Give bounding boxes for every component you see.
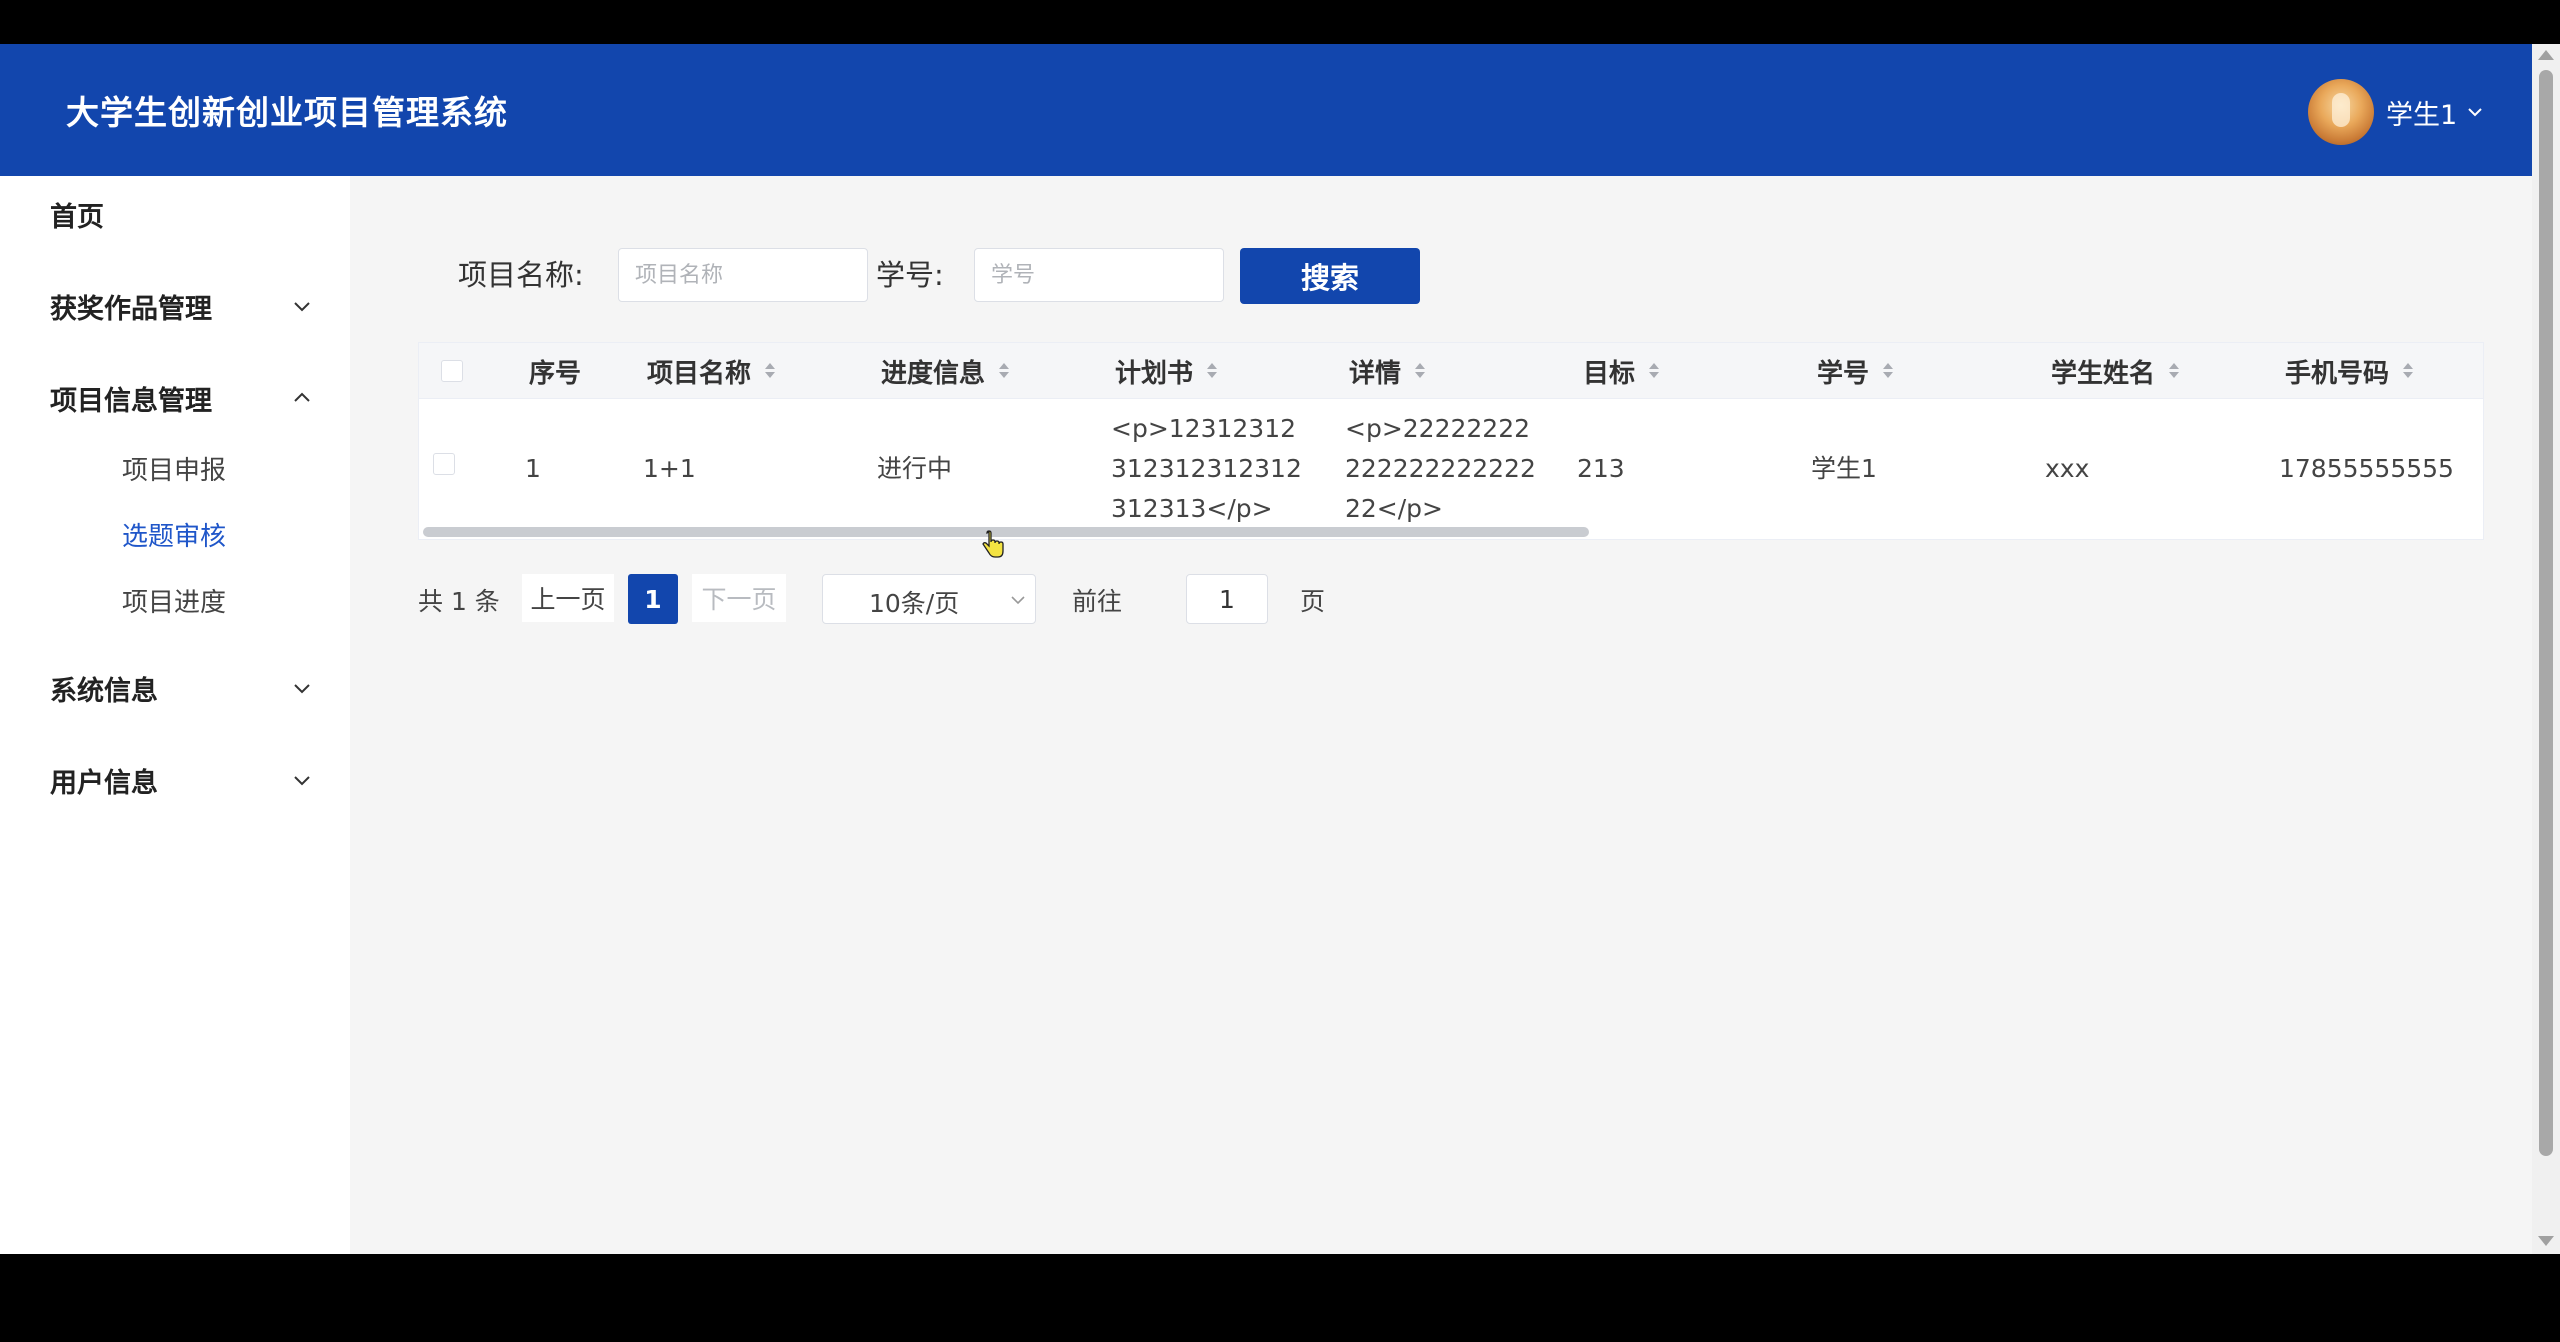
- column-header-student-name[interactable]: 学生姓名: [2051, 343, 2181, 399]
- chevron-down-icon: [1011, 596, 1025, 605]
- sidebar-item-home[interactable]: 首页: [0, 184, 350, 244]
- sidebar-subitem-label: 项目申报: [122, 455, 227, 486]
- table-header: 序号 项目名称 进度信息 计划书 详情 目标 学号 学生姓名 手机号码: [419, 343, 2483, 399]
- sidebar-item-label: 系统信息: [50, 675, 158, 707]
- sidebar-item-label: 项目信息管理: [50, 385, 212, 417]
- chevron-down-icon: [2468, 108, 2482, 117]
- page-number-button[interactable]: 1: [628, 574, 678, 624]
- chevron-down-icon: [294, 302, 310, 312]
- cell-student-name: xxx: [2045, 454, 2090, 483]
- pagination-total: 共 1 条: [418, 587, 500, 616]
- user-avatar: [2308, 79, 2374, 145]
- column-header-goal[interactable]: 目标: [1583, 343, 1661, 399]
- sidebar-item-label: 获奖作品管理: [50, 293, 212, 325]
- sort-icon[interactable]: [763, 360, 777, 382]
- sidebar-item-label: 用户信息: [50, 767, 158, 799]
- column-header-phone[interactable]: 手机号码: [2285, 343, 2415, 399]
- sidebar-item-project-apply[interactable]: 项目申报: [0, 440, 350, 496]
- cell-plan: <p>12312312312312312312312313</p>: [1111, 414, 1302, 523]
- cell-phone: 17855555555: [2279, 454, 2454, 483]
- sidebar-item-label: 首页: [50, 201, 104, 233]
- main-content: 项目名称: 学号: 搜索 序号 项目名称 进度信息 计划书 详情 目标 学号 学…: [350, 176, 2532, 1254]
- sort-icon[interactable]: [2167, 360, 2181, 382]
- data-table: 序号 项目名称 进度信息 计划书 详情 目标 学号 学生姓名 手机号码 1 1+…: [418, 342, 2484, 540]
- cell-index: 1: [525, 454, 541, 483]
- top-header: 大学生创新创业项目管理系统 学生1: [0, 44, 2532, 176]
- sidebar: 首页 获奖作品管理 项目信息管理 项目申报 选题审核 项目进度 系统信息 用户信…: [0, 176, 350, 1254]
- project-name-label: 项目名称:: [458, 258, 584, 292]
- column-header-detail[interactable]: 详情: [1349, 343, 1427, 399]
- sidebar-group-user-info[interactable]: 用户信息: [0, 750, 350, 810]
- cell-student-no: 学生1: [1811, 454, 1877, 483]
- column-header-progress[interactable]: 进度信息: [881, 343, 1011, 399]
- student-no-label: 学号:: [876, 258, 944, 292]
- sort-icon[interactable]: [1205, 360, 1219, 382]
- sort-icon[interactable]: [2401, 360, 2415, 382]
- sort-icon[interactable]: [1881, 360, 1895, 382]
- chevron-down-icon: [294, 776, 310, 786]
- sidebar-subitem-label: 选题审核: [122, 521, 227, 552]
- page-unit-label: 页: [1300, 587, 1326, 616]
- sidebar-group-project-info[interactable]: 项目信息管理: [0, 368, 350, 428]
- search-button[interactable]: 搜索: [1240, 248, 1420, 304]
- sort-icon[interactable]: [997, 360, 1011, 382]
- sort-icon[interactable]: [1647, 360, 1661, 382]
- sidebar-group-system-info[interactable]: 系统信息: [0, 658, 350, 718]
- scroll-down-icon[interactable]: [2538, 1236, 2554, 1246]
- column-header-project-name[interactable]: 项目名称: [647, 343, 777, 399]
- sidebar-item-project-progress[interactable]: 项目进度: [0, 572, 350, 628]
- page-vertical-scrollbar[interactable]: [2532, 44, 2560, 1254]
- prev-page-button[interactable]: 上一页: [522, 574, 614, 622]
- column-header-index[interactable]: 序号: [529, 343, 581, 399]
- sidebar-subitem-label: 项目进度: [122, 587, 227, 618]
- hand-cursor-icon: [982, 530, 1004, 558]
- sort-icon[interactable]: [1413, 360, 1427, 382]
- table-row[interactable]: 1 1+1 进行中 <p>12312312312312312312312313<…: [419, 399, 2483, 539]
- student-no-input[interactable]: [974, 248, 1224, 302]
- goto-label: 前往: [1072, 587, 1123, 616]
- cell-progress: 进行中: [877, 454, 953, 483]
- column-header-student-no[interactable]: 学号: [1817, 343, 1895, 399]
- scroll-thumb[interactable]: [2539, 70, 2553, 1156]
- user-name: 学生1: [2386, 99, 2458, 131]
- cell-detail: <p>2222222222222222222222</p>: [1345, 414, 1536, 523]
- cell-goal: 213: [1577, 454, 1625, 483]
- page-size-select[interactable]: 10条/页: [822, 574, 1036, 624]
- next-page-button[interactable]: 下一页: [692, 574, 786, 622]
- page-size-value: 10条/页: [869, 589, 960, 618]
- app-title: 大学生创新创业项目管理系统: [66, 93, 508, 132]
- chevron-down-icon: [294, 684, 310, 694]
- chevron-up-icon: [294, 392, 310, 402]
- app-screen: 大学生创新创业项目管理系统 学生1 首页 获奖作品管理 项目信息管理 项目申报 …: [0, 44, 2560, 1254]
- column-header-plan[interactable]: 计划书: [1115, 343, 1219, 399]
- row-checkbox[interactable]: [433, 453, 455, 475]
- scroll-up-icon[interactable]: [2538, 50, 2554, 60]
- sidebar-group-awards[interactable]: 获奖作品管理: [0, 276, 350, 336]
- sidebar-item-topic-review[interactable]: 选题审核: [0, 506, 350, 562]
- project-name-input[interactable]: [618, 248, 868, 302]
- user-menu[interactable]: 学生1: [2308, 79, 2485, 145]
- table-horizontal-scrollbar[interactable]: [423, 527, 1589, 537]
- goto-page-input[interactable]: [1186, 574, 1268, 624]
- select-all-checkbox[interactable]: [441, 360, 463, 382]
- cell-project-name: 1+1: [643, 454, 696, 483]
